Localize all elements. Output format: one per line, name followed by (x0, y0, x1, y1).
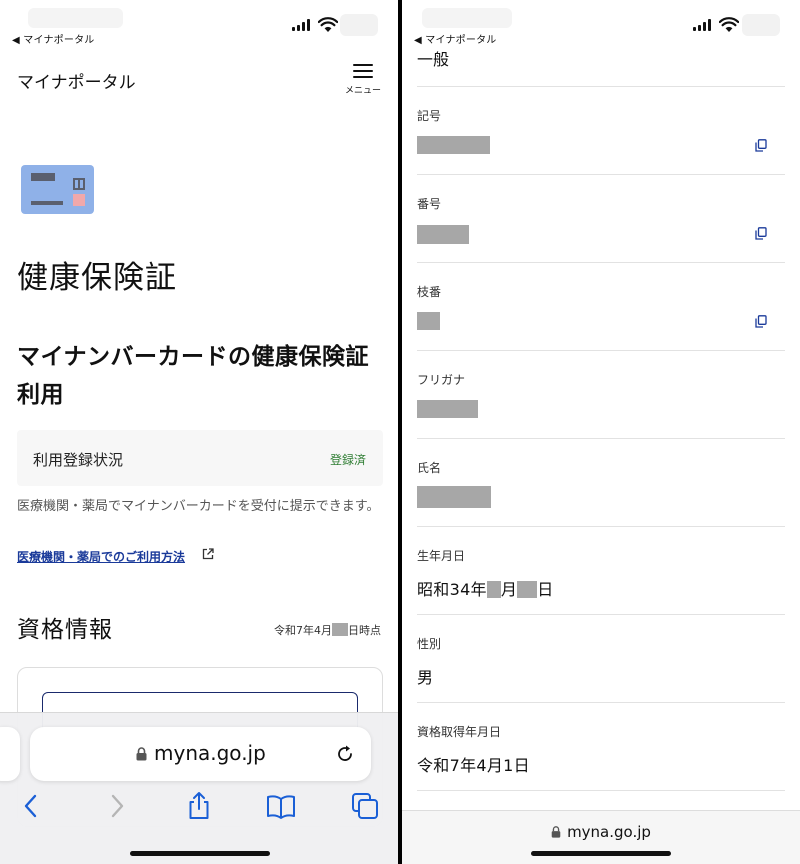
battery-redacted (742, 14, 780, 36)
detail-row-gender: 性別 男 (417, 614, 785, 702)
copy-icon[interactable] (755, 227, 767, 240)
redacted-day (332, 623, 348, 636)
external-link-icon[interactable] (202, 548, 214, 560)
back-to-app-link[interactable]: ◀ マイナポータル (12, 31, 94, 46)
battery-redacted (340, 14, 378, 36)
detail-row-branch-number: 枝番 (417, 262, 785, 350)
registration-status-label: 利用登録状況 (33, 451, 124, 469)
address-url: myna.go.jp (154, 741, 266, 765)
address-bar[interactable]: myna.go.jp (30, 727, 371, 781)
acquisition-date-value: 令和7年4月1日 (417, 756, 530, 775)
detail-row-acquisition-date: 資格取得年月日 令和7年4月1日 (417, 702, 785, 790)
row-divider (417, 790, 785, 810)
browser-bottom-bar: myna.go.jp (0, 712, 398, 864)
tabs-icon[interactable] (350, 791, 380, 821)
home-indicator (531, 851, 671, 856)
back-to-app-link-right[interactable]: ◀ マイナポータル (414, 31, 496, 46)
previous-tab-pill[interactable] (0, 727, 20, 781)
redacted-value (417, 400, 478, 418)
field-label: 氏名 (417, 461, 442, 475)
detail-row-symbol: 記号 (417, 86, 785, 174)
redacted-day (517, 581, 538, 598)
month-unit: 月 (500, 580, 518, 599)
address-bar[interactable]: myna.go.jp (402, 823, 800, 841)
reload-icon[interactable] (335, 744, 355, 764)
field-label: 性別 (417, 637, 442, 651)
right-screen: ◀ マイナポータル 一般 記号 番号 枝番 フリガナ 氏名 生年月日 昭和34年… (402, 0, 800, 864)
detail-row-number: 番号 (417, 174, 785, 262)
address-url: myna.go.jp (567, 823, 651, 841)
redacted-value (417, 225, 469, 244)
field-label: 番号 (417, 197, 442, 211)
day-unit: 日 (537, 580, 554, 599)
as-of-suffix: 日時点 (348, 624, 381, 637)
field-label: 枝番 (417, 285, 442, 299)
gender-value: 男 (417, 668, 434, 687)
status-time-redacted (422, 8, 512, 28)
forward-arrow-icon[interactable] (102, 791, 132, 821)
redacted-month (486, 581, 501, 598)
field-label: 生年月日 (417, 549, 466, 563)
page-title: 健康保険証 (17, 260, 177, 296)
status-time-redacted (28, 8, 123, 28)
registration-status-box: 利用登録状況 登録済 (17, 430, 383, 486)
birth-year: 昭和34年 (417, 580, 487, 599)
lock-icon (136, 747, 147, 761)
redacted-value (417, 312, 440, 330)
share-icon[interactable] (184, 791, 214, 821)
wifi-icon (318, 17, 338, 32)
section-title: マイナンバーカードの健康保険証利用 (17, 344, 370, 408)
registration-status-badge: 登録済 (329, 453, 366, 467)
redacted-value (417, 136, 490, 154)
cellular-signal-icon (693, 19, 711, 31)
insurance-card-icon (21, 165, 94, 214)
browser-bottom-bar-compact: myna.go.jp (402, 810, 800, 864)
cellular-signal-icon (292, 19, 310, 31)
insurance-type-value: 一般 (417, 50, 450, 69)
menu-button[interactable]: メニュー (342, 64, 384, 96)
home-indicator (130, 851, 270, 856)
menu-label: メニュー (344, 86, 381, 96)
bookmarks-icon[interactable] (266, 791, 296, 821)
browser-toolbar (0, 791, 398, 825)
copy-icon[interactable] (755, 315, 767, 328)
detail-row-birthdate: 生年月日 昭和34年月日 (417, 526, 785, 614)
usage-method-link[interactable]: 医療機関・薬局でのご利用方法 (17, 548, 185, 565)
detail-row-name: 氏名 (417, 438, 785, 526)
redacted-value (417, 486, 491, 508)
detail-row-furigana: フリガナ (417, 350, 785, 438)
qualification-title: 資格情報 (17, 617, 113, 643)
status-bar-right: ◀ マイナポータル (402, 0, 800, 50)
hamburger-icon (353, 64, 373, 78)
status-bar: ◀ マイナポータル (0, 0, 398, 50)
left-screen: ◀ マイナポータル マイナポータル メニュー 健康保険証 マイナンバーカードの健… (0, 0, 398, 864)
copy-icon[interactable] (755, 139, 767, 152)
lock-icon (551, 826, 561, 838)
field-label: フリガナ (417, 373, 466, 387)
as-of-prefix: 令和7年4月 (274, 624, 332, 637)
birthdate-value: 昭和34年月日 (417, 576, 554, 600)
field-label: 記号 (417, 109, 442, 123)
usage-description: 医療機関・薬局でマイナンバーカードを受付に提示できます。 (17, 499, 380, 514)
as-of-date: 令和7年4月 日時点 (274, 622, 381, 638)
field-label: 資格取得年月日 (417, 725, 502, 739)
site-title[interactable]: マイナポータル (17, 68, 136, 93)
back-arrow-icon[interactable] (16, 791, 46, 821)
wifi-icon (719, 17, 739, 32)
